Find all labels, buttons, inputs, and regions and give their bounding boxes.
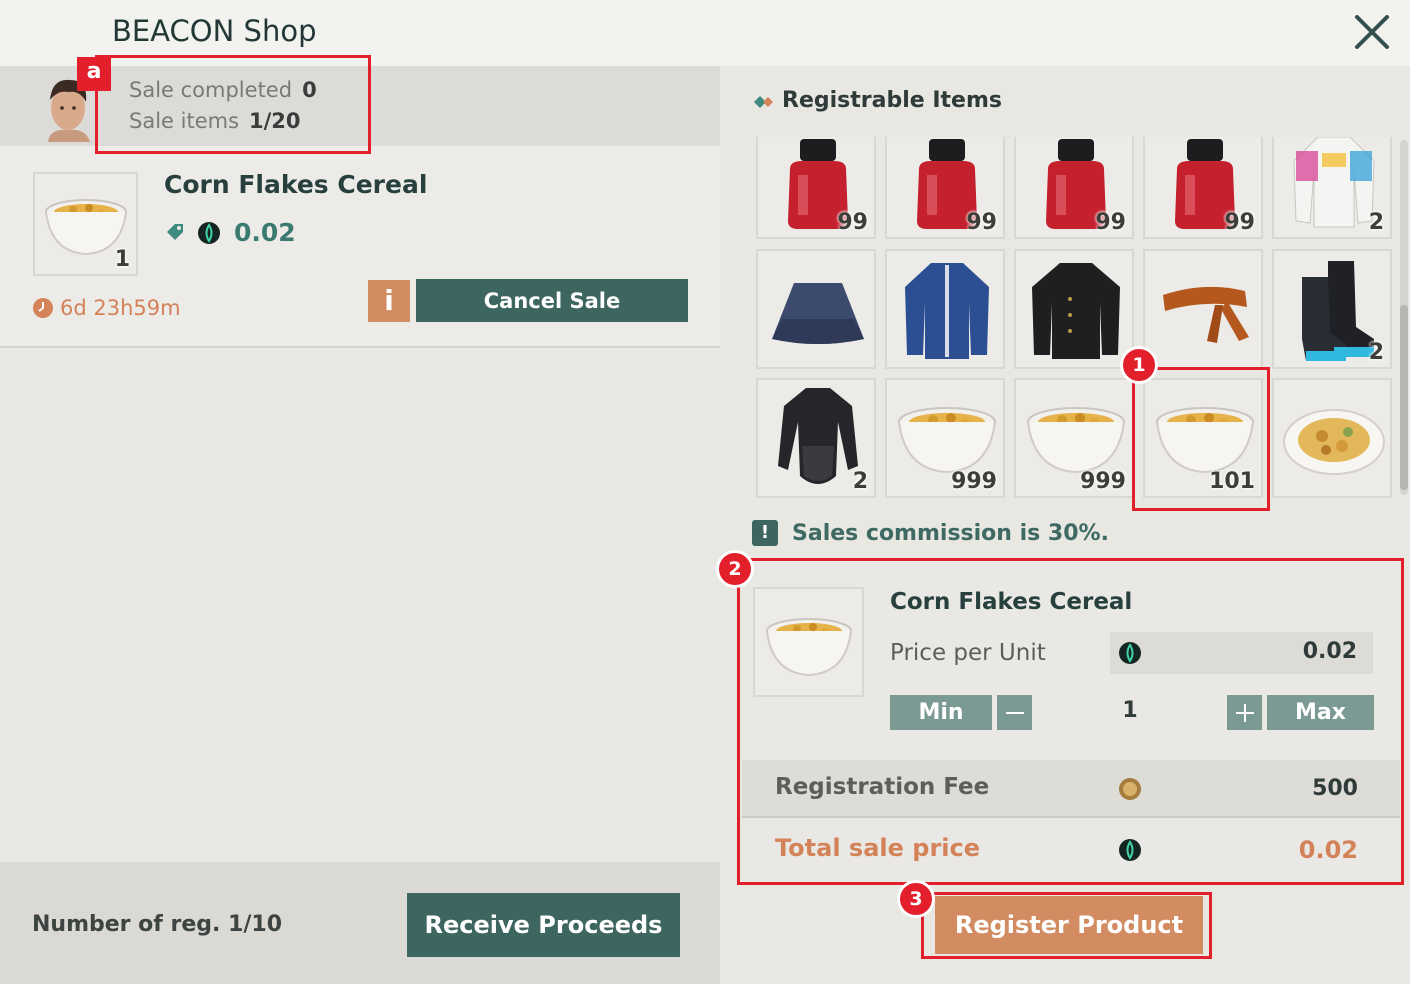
annotation-box-1 — [1132, 367, 1270, 511]
inventory-slot[interactable] — [1014, 249, 1134, 369]
price-tag-icon — [165, 222, 185, 248]
timer-text: 6d 23h59m — [60, 296, 181, 320]
registration-count: Number of reg. 1/10 — [32, 912, 282, 937]
slot-qty: 2 — [852, 469, 868, 494]
slot-qty: 99 — [966, 210, 997, 235]
annotation-box-a — [95, 55, 371, 154]
slot-qty: 99 — [1224, 210, 1255, 235]
inventory-slot[interactable]: 2 — [1272, 137, 1392, 239]
commission-notice: ! Sales commission is 30%. — [752, 520, 1109, 546]
slot-qty: 2 — [1368, 210, 1384, 235]
blue-jacket-icon — [905, 263, 989, 359]
receive-proceeds-button[interactable]: Receive Proceeds — [407, 893, 680, 957]
warning-icon: ! — [752, 520, 778, 546]
skirt-icon — [772, 283, 864, 344]
black-jacket-icon — [1032, 263, 1120, 359]
inventory-slot[interactable]: 99 — [1014, 137, 1134, 239]
bodysuit-icon — [778, 388, 858, 484]
grid-scrollbar-thumb[interactable] — [1400, 305, 1408, 490]
registration-count-value: 1/10 — [228, 912, 283, 937]
headband-icon — [1163, 286, 1249, 343]
inventory-slot[interactable] — [885, 249, 1005, 369]
inventory-slot[interactable]: 2 — [1272, 249, 1392, 369]
slot-qty: 99 — [837, 210, 868, 235]
food-plate-icon — [1283, 409, 1385, 475]
registrable-items-title: Registrable Items — [782, 88, 1002, 113]
annotation-badge-a: a — [77, 57, 111, 91]
inventory-slot[interactable]: 99 — [756, 137, 876, 239]
annotation-box-2 — [737, 558, 1404, 885]
inventory-slot[interactable] — [1272, 378, 1392, 498]
clock-icon — [33, 298, 53, 318]
annotation-badge-2: 2 — [716, 550, 754, 588]
slot-qty: 2 — [1368, 340, 1384, 365]
annotation-badge-1: 1 — [1120, 346, 1158, 384]
slot-qty: 999 — [951, 469, 997, 494]
listing-item-qty: 1 — [114, 247, 130, 272]
inventory-slot[interactable]: 2 — [756, 378, 876, 498]
annotation-box-3 — [921, 892, 1212, 959]
cereal-bowl-icon — [898, 407, 996, 474]
listing-item-slot[interactable]: 1 — [33, 172, 138, 276]
registrable-items-grid: 99 99 99 99 2 2 2 999 999 101 — [752, 137, 1392, 501]
close-icon[interactable] — [1354, 14, 1390, 50]
inventory-slot[interactable]: 999 — [1014, 378, 1134, 498]
listing-timer: 6d 23h59m — [32, 296, 181, 320]
commission-text: Sales commission is 30%. — [792, 520, 1109, 546]
inventory-slot[interactable]: 99 — [1143, 137, 1263, 239]
jacket-colorful-icon — [1293, 137, 1375, 228]
diamond-icon — [752, 94, 776, 114]
inventory-slot[interactable] — [756, 249, 876, 369]
slot-qty: 999 — [1080, 469, 1126, 494]
cereal-bowl-icon — [1027, 407, 1125, 474]
slot-qty: 99 — [1095, 210, 1126, 235]
cancel-sale-button[interactable]: Cancel Sale — [416, 279, 688, 322]
inventory-slot[interactable]: 99 — [885, 137, 1005, 239]
window-title: BEACON Shop — [112, 14, 317, 48]
listing-price: 0.02 — [234, 218, 296, 247]
annotation-badge-3: 3 — [897, 880, 935, 918]
inventory-slot[interactable]: 999 — [885, 378, 1005, 498]
listing-item-name: Corn Flakes Cereal — [164, 170, 428, 199]
boots-icon — [1302, 261, 1374, 361]
inventory-slot[interactable] — [1143, 249, 1263, 369]
currency-icon — [197, 221, 221, 249]
info-button[interactable]: i — [368, 280, 410, 322]
registration-count-label: Number of reg. — [32, 912, 221, 937]
